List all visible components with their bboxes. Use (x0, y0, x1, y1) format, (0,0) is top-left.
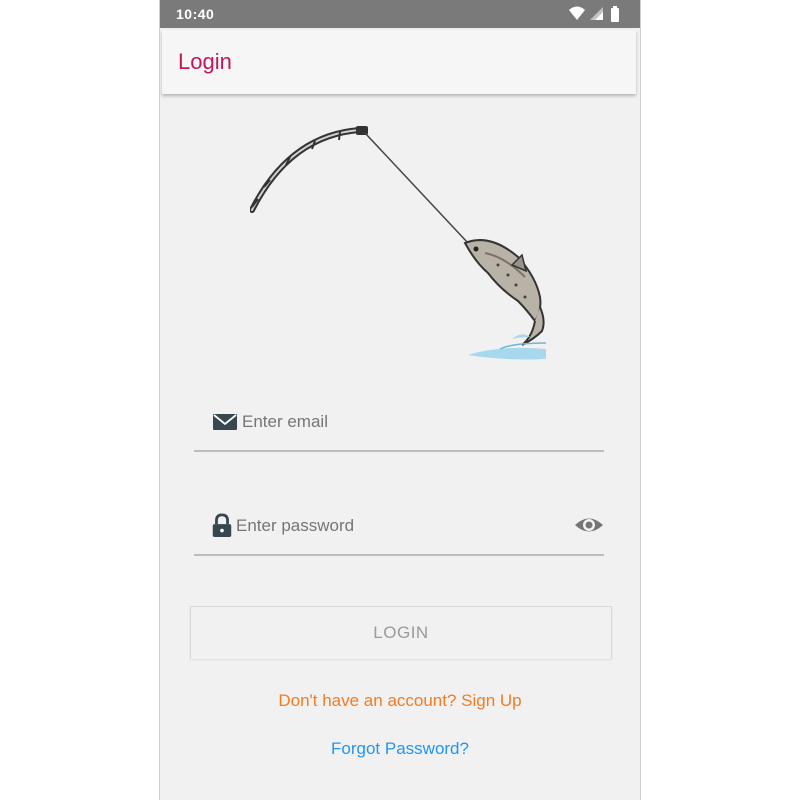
email-input[interactable] (242, 408, 582, 436)
envelope-icon (213, 414, 237, 430)
status-icons (568, 6, 626, 22)
password-input[interactable] (236, 512, 556, 540)
status-bar: 10:40 (160, 0, 640, 28)
signup-link[interactable]: Don't have an account? Sign Up (160, 691, 640, 711)
status-time: 10:40 (176, 6, 215, 22)
phone-screen: 10:40 Login Enter email LOGIN Don't have… (159, 0, 641, 800)
login-button[interactable]: LOGIN (190, 606, 612, 659)
battery-icon (611, 6, 619, 22)
eye-icon[interactable] (574, 512, 604, 538)
fishing-illustration (250, 126, 547, 360)
wifi-icon (569, 6, 585, 20)
signal-icon (590, 7, 603, 20)
email-field (194, 394, 604, 452)
page-title: Login (178, 49, 232, 74)
forgot-password-link[interactable]: Forgot Password? (160, 739, 640, 759)
app-bar: Login (162, 30, 636, 94)
lock-icon (212, 513, 232, 537)
password-field (194, 498, 604, 556)
